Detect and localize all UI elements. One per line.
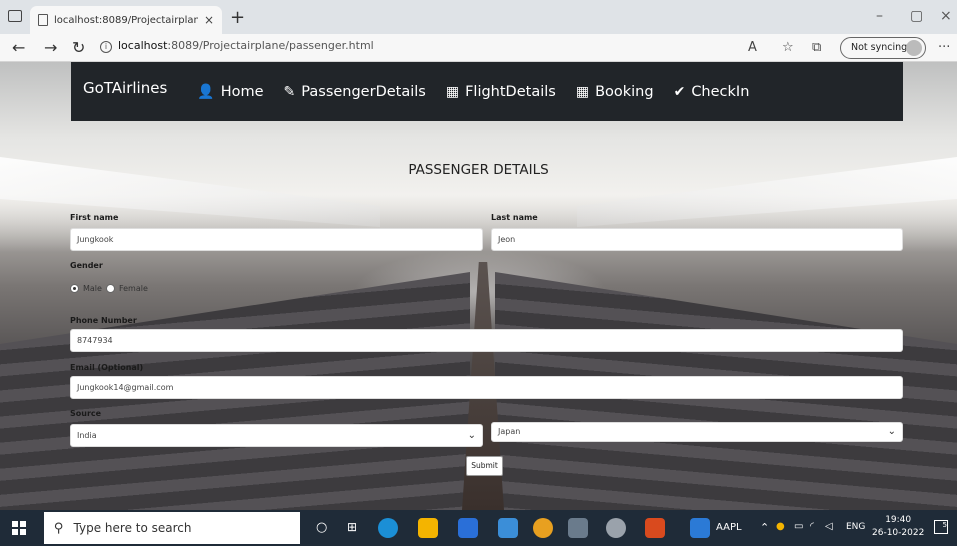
page-icon [38,14,48,26]
stock-icon[interactable] [690,518,710,538]
edge-icon[interactable] [378,518,398,538]
file-explorer-icon[interactable] [418,518,438,538]
calendar-icon: ▦ [575,83,590,100]
weather-icon[interactable]: ● [776,521,785,532]
check-circle-icon: ✔ [673,83,686,100]
system-clock[interactable]: 19:40 26-10-2022 [872,514,924,540]
language-indicator[interactable]: ENG [846,522,865,532]
last-name-label: Last name [491,213,538,222]
browser-tab[interactable]: localhost:8089/Projectairplane/p × [30,6,222,34]
maximize-button[interactable]: ▢ [910,8,923,24]
submit-button[interactable]: Submit [466,456,503,476]
volume-icon[interactable]: ◁ [825,521,833,532]
address-bar-row: ← → ↻ i localhost:8089/Projectairplane/p… [0,34,957,62]
calendar-icon: ▦ [445,83,460,100]
forward-icon[interactable]: → [44,38,57,57]
tray-chevron-icon[interactable]: ⌃ [760,521,769,534]
avatar [906,40,922,56]
source-label: Source [70,409,102,418]
source-select[interactable]: India ⌄ [70,424,483,447]
gender-radio-group: Male Female [70,284,148,293]
taskbar-search[interactable]: ⚲ Type here to search [44,512,300,544]
tab-actions-icon[interactable] [8,10,22,22]
chrome-icon[interactable] [533,518,553,538]
navbar: GoTAirlines 👤 Home ✎ PassengerDetails ▦ Fli… [71,62,903,121]
settings-icon[interactable] [606,518,626,538]
gender-label: Gender [70,261,103,270]
back-icon[interactable]: ← [12,38,25,57]
gender-male-label: Male [83,284,102,293]
store-icon[interactable] [458,518,478,538]
taskbar: ⚲ Type here to search ○ ⊞ AAPL ⌃ ● ▭ ◜ ◁… [0,510,957,546]
page-content: GoTAirlines 👤 Home ✎ PassengerDetails ▦ Fli… [0,62,957,510]
chevron-down-icon: ⌄ [887,426,896,437]
office-icon[interactable] [645,518,665,538]
app-icon[interactable] [568,518,588,538]
profile-sync-button[interactable]: Not syncing [840,37,926,59]
read-aloud-icon[interactable]: A [748,40,757,55]
gender-male-radio[interactable] [70,284,79,293]
tab-title: localhost:8089/Projectairplane/p [54,14,198,26]
more-icon[interactable]: ··· [938,40,950,55]
wifi-icon[interactable]: ◜ [810,521,814,532]
brand-logo[interactable]: GoTAirlines [83,79,167,97]
minimize-button[interactable]: – [876,8,883,24]
user-icon: 👤 [197,83,215,100]
chevron-down-icon: ⌄ [467,430,476,441]
last-name-input[interactable]: Jeon [491,228,903,251]
cortana-icon[interactable]: ○ [316,520,327,535]
email-input[interactable]: Jungkook14@gmail.com [70,376,903,399]
url-field[interactable]: localhost:8089/Projectairplane/passenger… [118,39,374,52]
edit-icon: ✎ [283,83,296,100]
new-tab-button[interactable]: + [230,7,245,28]
nav-checkin[interactable]: ✔ CheckIn [674,84,750,100]
first-name-label: First name [70,213,119,222]
info-icon[interactable]: i [100,41,112,53]
page-title: PASSENGER DETAILS [408,162,549,178]
gender-female-radio[interactable] [105,284,115,293]
nav-home[interactable]: 👤 Home [197,84,263,100]
nav-flight-details[interactable]: ▦ FlightDetails [446,84,556,100]
battery-icon[interactable]: ▭ [794,521,803,532]
email-label: Email (Optional) [70,363,144,372]
collections-icon[interactable]: ⧉ [812,40,821,55]
browser-tab-strip: localhost:8089/Projectairplane/p × + – ▢… [0,0,957,34]
destination-select[interactable]: Japan ⌄ [491,422,903,442]
task-view-icon[interactable]: ⊞ [347,520,357,534]
first-name-input[interactable]: Jungkook [70,228,483,251]
search-icon: ⚲ [54,520,64,536]
stock-label[interactable]: AAPL [716,522,742,533]
nav-booking[interactable]: ▦ Booking [576,84,654,100]
outlook-icon[interactable] [498,518,518,538]
phone-label: Phone Number [70,316,137,325]
notification-icon[interactable]: 5 [934,520,948,534]
refresh-icon[interactable]: ↻ [72,38,85,57]
windows-start-icon[interactable] [12,521,26,535]
nav-passenger-details[interactable]: ✎ PassengerDetails [284,84,426,100]
gender-female-label: Female [118,284,148,293]
close-window-button[interactable]: × [940,8,952,24]
phone-input[interactable]: 8747934 [70,329,903,352]
favorites-icon[interactable]: ☆ [782,40,794,55]
tab-close-icon[interactable]: × [204,13,214,27]
